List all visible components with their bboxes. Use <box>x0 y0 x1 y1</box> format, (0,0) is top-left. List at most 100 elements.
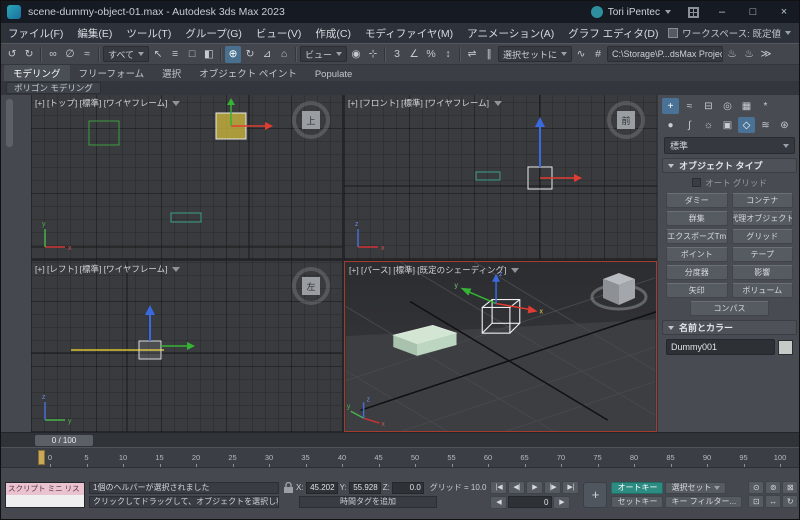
time-slider-track[interactable]: 0 / 100 <box>1 432 799 447</box>
gutter-scrollbar[interactable] <box>6 99 13 147</box>
undo-icon[interactable]: ↺ <box>4 46 20 63</box>
cameras-category-icon[interactable]: ▣ <box>719 117 736 133</box>
workspace-selector[interactable]: ワークスペース: 既定値 <box>668 26 799 40</box>
zoom-extents-icon[interactable]: ⊠ <box>782 481 798 494</box>
add-time-tag-field[interactable]: 時間タグを追加 <box>299 496 437 508</box>
snaps-toggle-icon[interactable]: 3 <box>389 46 405 63</box>
viewcube[interactable] <box>588 266 650 319</box>
object-type-button[interactable]: コンテナ <box>732 193 794 208</box>
maximize-icon[interactable]: □ <box>738 1 768 23</box>
menu-item[interactable]: ビュー(V) <box>249 26 309 41</box>
object-type-button[interactable]: 群集 <box>666 211 728 226</box>
schematic-view-icon[interactable]: # <box>590 46 606 63</box>
workspace-grid-icon[interactable] <box>688 7 699 18</box>
orbit-icon[interactable]: ↻ <box>782 495 798 508</box>
select-and-manipulate-icon[interactable]: ⊹ <box>365 46 381 63</box>
object-type-button[interactable]: 代理オブジェクト <box>732 211 794 226</box>
menu-item[interactable]: 作成(C) <box>308 26 358 41</box>
use-pivot-point-icon[interactable]: ◉ <box>348 46 364 63</box>
menu-item[interactable]: ツール(T) <box>119 26 178 41</box>
helpers-category-icon[interactable]: ◇ <box>738 117 755 133</box>
auto-key-button[interactable]: オートキー <box>611 482 663 494</box>
systems-category-icon[interactable]: ⊛ <box>776 117 793 133</box>
rectangular-selection-region-icon[interactable]: □ <box>184 46 200 63</box>
shapes-category-icon[interactable]: ∫ <box>681 117 698 133</box>
viewport-left[interactable]: [+] [レフト] [標準] [ワイヤフレーム] 左 <box>31 261 342 432</box>
menu-item[interactable]: グラフ エディタ(D) <box>561 26 665 41</box>
viewcube-face[interactable]: 前 <box>617 111 635 129</box>
viewport-front[interactable]: [+] [フロント] [標準] [ワイヤフレーム] 前 <box>344 95 657 259</box>
x-coordinate-field[interactable]: 45.202 <box>306 482 338 494</box>
viewport-label-text[interactable]: [+] [レフト] [標準] [ワイヤフレーム] <box>35 263 167 275</box>
object-type-button[interactable]: ダミー <box>666 193 728 208</box>
select-and-link-icon[interactable]: ∞ <box>45 46 61 63</box>
set-keys-button[interactable]: + <box>583 482 607 508</box>
viewport-front-label[interactable]: [+] [フロント] [標準] [ワイヤフレーム] <box>348 97 502 109</box>
lights-category-icon[interactable]: ☼ <box>700 117 717 133</box>
viewport-filter-icon[interactable] <box>494 101 502 106</box>
geometry-category-icon[interactable]: ● <box>662 117 679 133</box>
viewport-label-text[interactable]: [+] [パース] [標準] [既定のシェーディング] <box>349 264 506 276</box>
reference-coordinate-dropdown[interactable]: ビュー <box>300 46 347 62</box>
object-name-input[interactable]: Dummy001 <box>666 339 775 355</box>
render-production-icon[interactable]: ♨ <box>741 46 757 63</box>
object-type-button[interactable]: グリッド <box>732 229 794 244</box>
viewport-label-text[interactable]: [+] [フロント] [標準] [ワイヤフレーム] <box>348 97 489 109</box>
maxscript-mini-listener[interactable]: スクリプト ミニ リス <box>5 482 85 508</box>
viewport-filter-icon[interactable] <box>172 101 180 106</box>
select-by-name-icon[interactable]: ≡ <box>167 46 183 63</box>
object-type-button[interactable]: 影響 <box>732 265 794 280</box>
angle-snap-icon[interactable]: ∠ <box>406 46 422 63</box>
select-and-scale-icon[interactable]: ⊿ <box>259 46 275 63</box>
pan-icon[interactable]: ↔ <box>765 495 781 508</box>
modify-tab-icon[interactable]: ≈ <box>681 98 698 114</box>
key-filters-button[interactable]: キー フィルター... <box>665 496 742 508</box>
helper-category-dropdown[interactable]: 標準 <box>664 137 795 154</box>
toolbar-overflow-icon[interactable]: ≫ <box>758 46 774 63</box>
menu-item[interactable]: 編集(E) <box>70 26 119 41</box>
select-and-move-icon[interactable]: ⊕ <box>225 46 241 63</box>
set-key-mode-button[interactable]: セットキー <box>611 496 663 508</box>
zoom-icon[interactable]: ⊙ <box>748 481 764 494</box>
bind-to-space-warp-icon[interactable]: ≈ <box>79 46 95 63</box>
viewcube[interactable]: 前 <box>607 101 645 139</box>
viewport-perspective-label[interactable]: [+] [パース] [標準] [既定のシェーディング] <box>349 264 519 276</box>
play-icon[interactable]: ▶ <box>526 481 543 494</box>
motion-tab-icon[interactable]: ◎ <box>719 98 736 114</box>
hierarchy-tab-icon[interactable]: ⊟ <box>700 98 717 114</box>
object-type-button[interactable]: ポイント <box>666 247 728 262</box>
minimize-icon[interactable]: – <box>707 1 737 23</box>
object-type-button[interactable]: エクスポーズTm <box>666 229 728 244</box>
redo-icon[interactable]: ↻ <box>21 46 37 63</box>
percent-snap-icon[interactable]: % <box>423 46 439 63</box>
ribbon-tab[interactable]: 選択 <box>153 65 190 81</box>
viewcube[interactable]: 左 <box>292 267 330 305</box>
go-to-start-icon[interactable]: |◀ <box>490 481 507 494</box>
3ds-max-logo-icon[interactable] <box>7 5 21 19</box>
object-type-button[interactable]: 矢印 <box>666 283 728 298</box>
previous-frame-icon[interactable]: ◀| <box>508 481 525 494</box>
ribbon-tab[interactable]: フリーフォーム <box>70 65 154 81</box>
render-setup-icon[interactable]: ♨ <box>724 46 740 63</box>
previous-key-icon[interactable]: ◀ <box>490 496 507 509</box>
select-object-icon[interactable]: ↖ <box>150 46 166 63</box>
polygon-modeling-panel-button[interactable]: ポリゴン モデリング <box>6 82 101 94</box>
utilities-tab-icon[interactable]: * <box>757 98 774 114</box>
autogrid-checkbox[interactable] <box>692 178 701 187</box>
viewcube-face[interactable]: 左 <box>302 277 320 295</box>
viewport-top[interactable]: [+] [トップ] [標準] [ワイヤフレーム] 上 <box>31 95 342 259</box>
select-and-rotate-icon[interactable]: ↻ <box>242 46 258 63</box>
viewport-label-text[interactable]: [+] [トップ] [標準] [ワイヤフレーム] <box>35 97 167 109</box>
ribbon-tab[interactable]: オブジェクト ペイント <box>190 65 306 81</box>
display-tab-icon[interactable]: ▦ <box>738 98 755 114</box>
object-type-button[interactable]: ボリューム <box>732 283 794 298</box>
space-warps-category-icon[interactable]: ≋ <box>757 117 774 133</box>
ribbon-tab[interactable]: モデリング <box>4 65 70 81</box>
menu-item[interactable]: アニメーション(A) <box>460 26 561 41</box>
viewcube[interactable]: 上 <box>292 101 330 139</box>
viewport-top-label[interactable]: [+] [トップ] [標準] [ワイヤフレーム] <box>35 97 180 109</box>
close-icon[interactable]: × <box>769 1 799 23</box>
zoom-region-icon[interactable]: ⊡ <box>748 495 764 508</box>
listener-pane[interactable] <box>6 495 84 507</box>
menu-item[interactable]: グループ(G) <box>178 26 249 41</box>
